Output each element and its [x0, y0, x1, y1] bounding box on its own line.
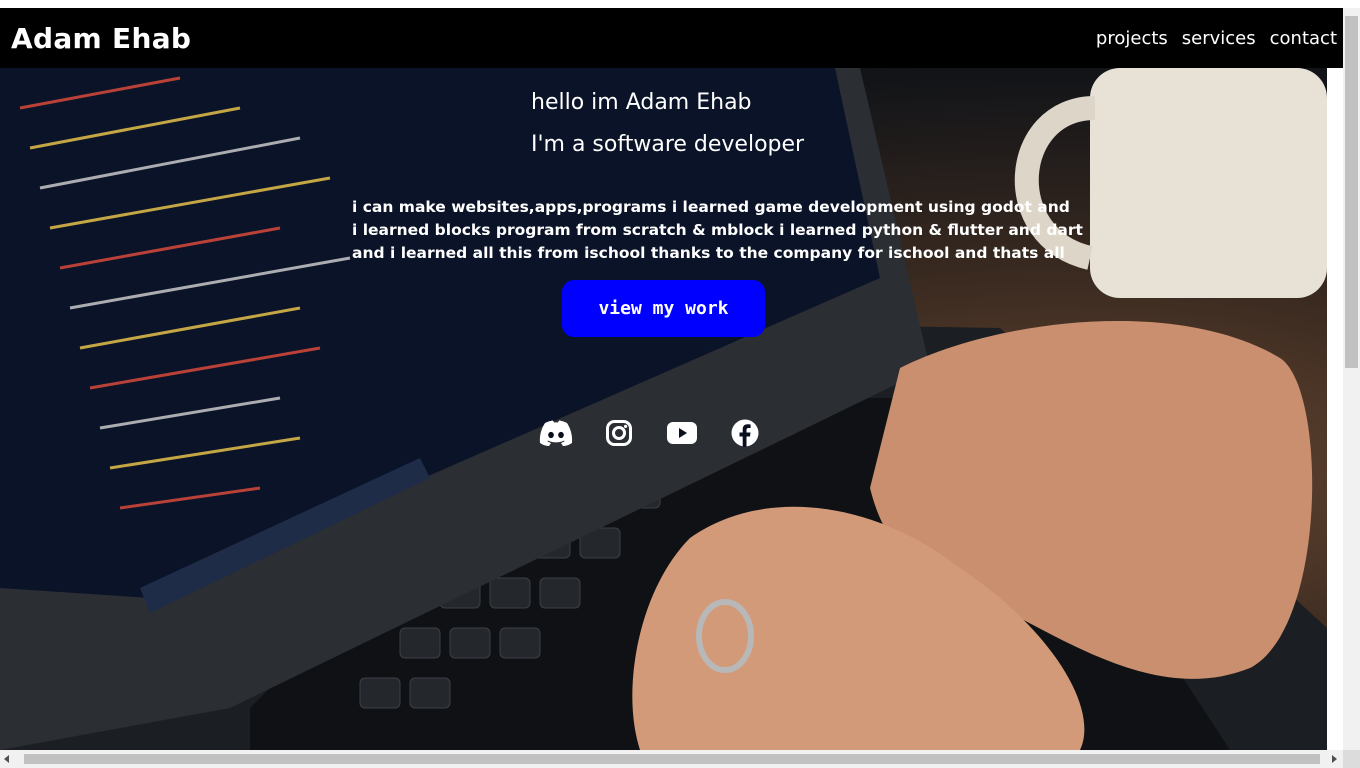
hero-background-image — [0, 68, 1327, 750]
discord-icon[interactable] — [539, 416, 573, 450]
facebook-icon[interactable] — [728, 416, 762, 450]
horizontal-scrollbar-thumb[interactable] — [24, 754, 1320, 764]
scroll-left-arrow-icon[interactable] — [4, 755, 9, 763]
nav-link-projects[interactable]: projects — [1096, 28, 1168, 49]
scroll-right-arrow-icon[interactable] — [1332, 755, 1337, 763]
hero-bio-line: i can make websites,apps,programs i lear… — [352, 198, 1070, 216]
vertical-scrollbar-thumb[interactable] — [1345, 16, 1358, 368]
hero-greeting: hello im Adam Ehab — [531, 90, 752, 115]
nav-link-contact[interactable]: contact — [1270, 28, 1337, 49]
hero-bio-line: and i learned all this from ischool than… — [352, 244, 1065, 262]
hero-bio-line: i learned blocks program from scratch & … — [352, 221, 1083, 239]
site-brand[interactable]: Adam Ehab — [11, 22, 191, 55]
navbar: Adam Ehab projects services contact — [0, 8, 1343, 68]
nav-links: projects services contact — [1096, 28, 1337, 49]
hero-role: I'm a software developer — [531, 132, 805, 157]
view-my-work-button[interactable]: view my work — [562, 280, 765, 337]
nav-link-services[interactable]: services — [1182, 28, 1256, 49]
horizontal-scrollbar[interactable] — [0, 750, 1343, 768]
vertical-scrollbar[interactable] — [1343, 8, 1360, 750]
scrollbar-corner — [1343, 750, 1360, 768]
instagram-icon[interactable] — [602, 416, 636, 450]
youtube-icon[interactable] — [665, 416, 699, 450]
hero-bio: i can make websites,apps,programs i lear… — [352, 196, 1083, 265]
browser-top-strip — [0, 0, 1360, 8]
hero-section: hello im Adam Ehab I'm a software develo… — [0, 68, 1327, 750]
social-links — [539, 416, 762, 450]
